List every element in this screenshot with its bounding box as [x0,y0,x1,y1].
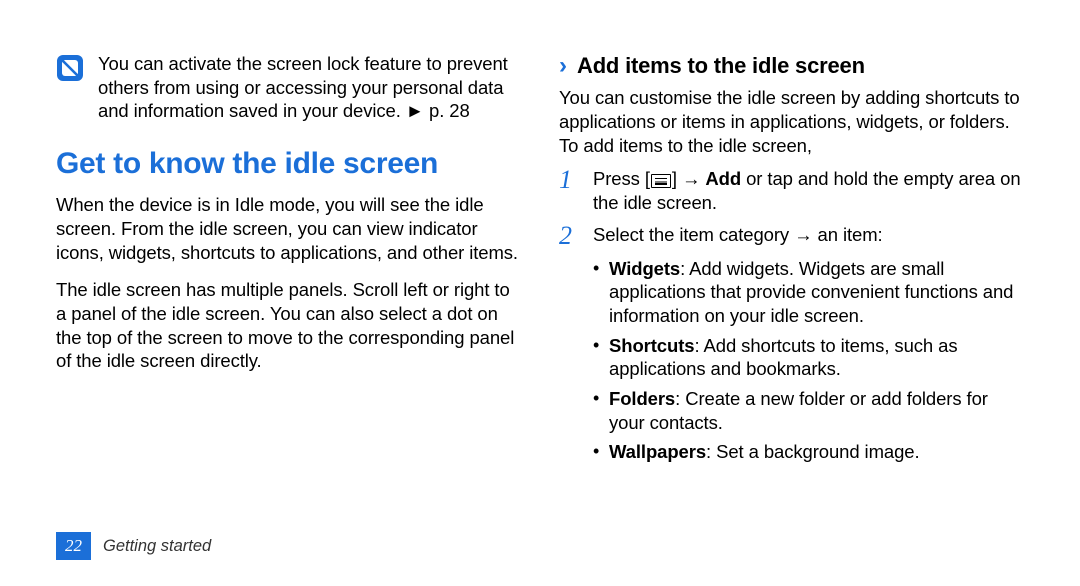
step-number-1: 1 [559,167,587,193]
menu-icon [651,174,671,188]
note-text: You can activate the screen lock feature… [98,52,521,123]
left-column: You can activate the screen lock feature… [56,52,521,470]
bullet-widgets: Widgets: Add widgets. Widgets are small … [593,257,1024,328]
page-number-badge: 22 [56,532,91,560]
intro-paragraph-2: The idle screen has multiple panels. Scr… [56,278,521,373]
subsection-intro: You can customise the idle screen by add… [559,86,1024,157]
note-icon [56,54,84,82]
bullet-shortcuts-label: Shortcuts [609,335,694,356]
bullet-list: Widgets: Add widgets. Widgets are small … [593,257,1024,464]
page-footer: 22 Getting started [56,532,211,560]
bullet-wallpapers-label: Wallpapers [609,441,706,462]
step-1-body: Press [] → Add or tap and hold the empty… [593,167,1024,214]
note-block: You can activate the screen lock feature… [56,52,521,123]
bullet-shortcuts: Shortcuts: Add shortcuts to items, such … [593,334,1024,381]
subheading: Add items to the idle screen [577,52,865,80]
bullet-widgets-label: Widgets [609,258,680,279]
subheading-row: › Add items to the idle screen [559,52,1024,80]
right-column: › Add items to the idle screen You can c… [559,52,1024,470]
intro-paragraph-1: When the device is in Idle mode, you wil… [56,193,521,264]
bullet-folders: Folders: Create a new folder or add fold… [593,387,1024,434]
step-1: 1 Press [] → Add or tap and hold the emp… [559,167,1024,214]
bullet-folders-label: Folders [609,388,675,409]
chevron-icon: › [559,54,567,78]
step1-pre: Press [ [593,168,650,189]
bullet-wallpapers: Wallpapers: Set a background image. [593,440,1024,464]
step-2: 2 Select the item category → an item: [559,223,1024,249]
bullet-wallpapers-text: : Set a background image. [706,441,919,462]
step-2-body: Select the item category → an item: [593,223,1024,247]
step1-mid: ] → [672,168,706,189]
main-heading: Get to know the idle screen [56,145,521,183]
step1-add: Add [705,168,741,189]
step-number-2: 2 [559,223,587,249]
footer-section-name: Getting started [103,536,211,557]
